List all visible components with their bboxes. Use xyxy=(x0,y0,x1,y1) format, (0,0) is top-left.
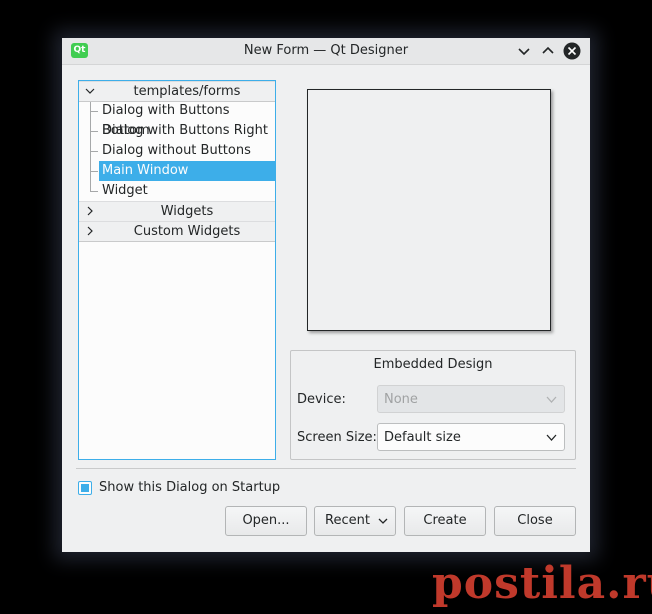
chevron-down-icon xyxy=(546,434,557,441)
checkbox-mark xyxy=(81,484,89,492)
separator xyxy=(76,468,576,469)
embedded-design-group: Embedded Design Device: None Screen Size… xyxy=(290,350,576,460)
chevron-right-icon xyxy=(87,226,93,236)
tree-branch-line xyxy=(90,102,91,191)
template-widget[interactable]: Widget xyxy=(99,181,275,201)
watermark-logo: postila.ru xyxy=(432,558,652,609)
chevron-down-icon xyxy=(546,396,557,403)
category-widgets[interactable]: Widgets xyxy=(79,201,275,222)
close-window-button[interactable] xyxy=(563,42,581,60)
show-on-startup-checkbox[interactable] xyxy=(78,481,92,495)
window-title: New Form — Qt Designer xyxy=(243,43,409,58)
tree-branch-line xyxy=(90,151,98,152)
chevron-down-icon xyxy=(85,88,95,94)
template-main-window[interactable]: Main Window xyxy=(99,161,275,181)
screen-size-combo[interactable]: Default size xyxy=(377,423,565,451)
create-button[interactable]: Create xyxy=(404,506,486,536)
template-dialog-buttons-bottom[interactable]: Dialog with Buttons Bottom xyxy=(99,101,275,138)
screen-size-label: Screen Size: xyxy=(297,430,377,445)
category-label: templates/forms xyxy=(133,84,241,99)
tree-branch-line xyxy=(90,131,98,132)
tree-branch-line xyxy=(90,171,98,172)
close-icon xyxy=(563,42,581,60)
new-form-dialog: Qt New Form — Qt Designer templates/form… xyxy=(62,38,590,552)
show-on-startup-label[interactable]: Show this Dialog on Startup xyxy=(99,480,280,495)
close-button[interactable]: Close xyxy=(494,506,576,536)
recent-button-label: Recent xyxy=(325,513,370,528)
device-combo: None xyxy=(377,385,565,413)
category-label: Widgets xyxy=(160,204,214,219)
template-dialog-without-buttons[interactable]: Dialog without Buttons xyxy=(99,141,275,161)
chevron-up-icon xyxy=(542,46,554,54)
screen-size-value: Default size xyxy=(384,430,461,445)
category-templates-forms[interactable]: templates/forms xyxy=(79,81,275,102)
chevron-down-icon xyxy=(518,48,530,56)
category-label: Custom Widgets xyxy=(133,224,241,239)
open-button[interactable]: Open... xyxy=(225,506,307,536)
tree-branch-line xyxy=(90,111,98,112)
templates-tree[interactable]: templates/forms Dialog with Buttons Bott… xyxy=(78,80,276,460)
recent-button[interactable]: Recent xyxy=(314,506,396,536)
device-value: None xyxy=(384,392,418,407)
device-label: Device: xyxy=(297,392,346,407)
chevron-right-icon xyxy=(87,206,93,216)
title-bar[interactable]: Qt New Form — Qt Designer xyxy=(62,38,590,65)
category-custom-widgets[interactable]: Custom Widgets xyxy=(79,221,275,242)
group-title: Embedded Design xyxy=(373,357,493,372)
chevron-down-icon xyxy=(378,518,388,524)
maximize-button[interactable] xyxy=(539,42,557,60)
tree-branch-line xyxy=(90,191,98,192)
minimize-button[interactable] xyxy=(515,42,533,60)
template-dialog-buttons-right[interactable]: Dialog with Buttons Right xyxy=(99,121,275,141)
form-preview xyxy=(307,89,551,331)
